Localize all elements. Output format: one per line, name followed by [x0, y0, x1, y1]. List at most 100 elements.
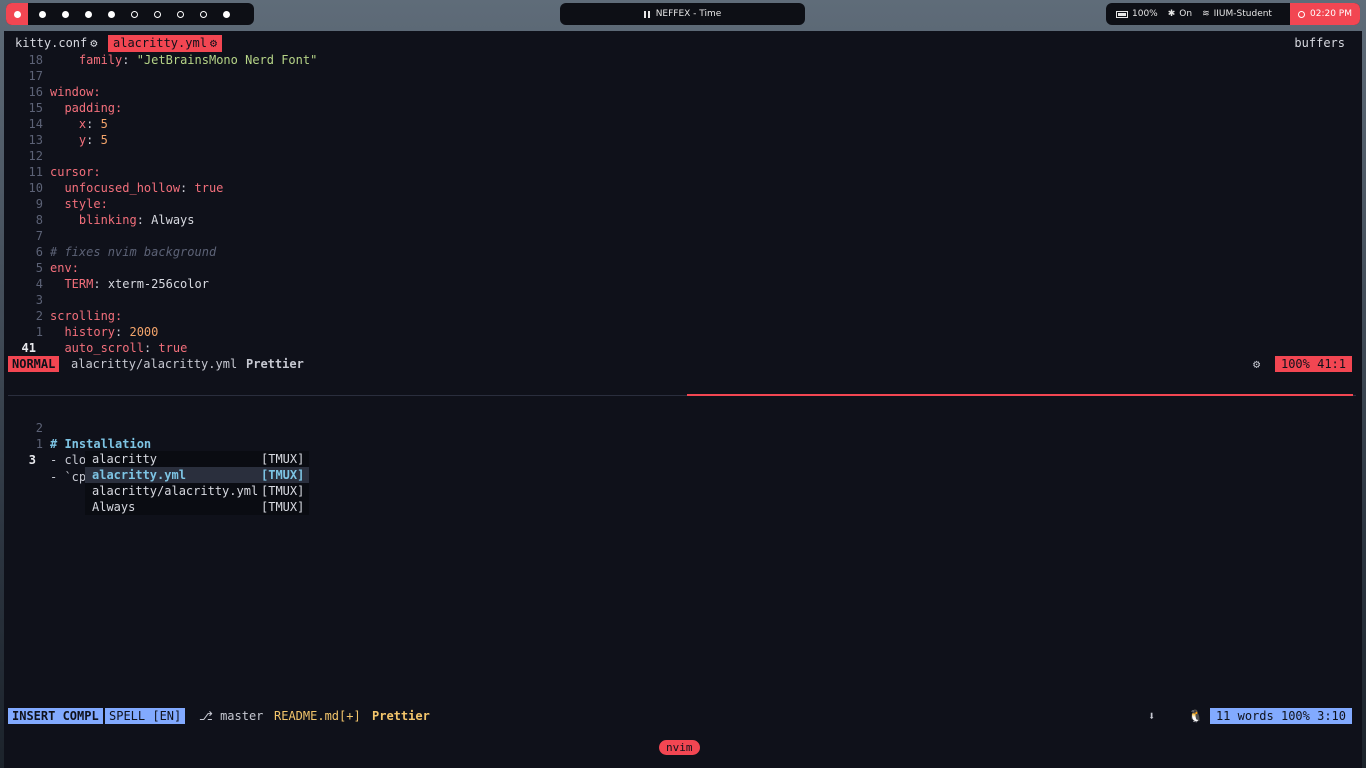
code-line: 41 auto_scroll: true [4, 340, 1362, 356]
gear-icon: ⚙ [209, 36, 218, 50]
line-number: 2 [35, 309, 43, 323]
workspace-dot[interactable] [108, 10, 115, 18]
line-number: 6 [35, 245, 43, 259]
line-number: 17 [28, 69, 43, 83]
code-line-current: 3 - `cp ala [4, 436, 1362, 484]
mode-indicator: NORMAL [8, 356, 60, 372]
wifi-label: IIUM-Student [1213, 9, 1272, 19]
branch-icon: ⎇ [199, 709, 221, 723]
line-text: x: 5 [78, 117, 108, 131]
file-name: README.md[+] [274, 709, 361, 723]
completion-item[interactable]: Always [TMUX] [85, 499, 309, 515]
code-line: 8 blinking: Always [4, 212, 1362, 228]
cursor-position: 11 words 100% 3:10 [1209, 708, 1352, 724]
linux-icon: 🐧 [1188, 709, 1203, 723]
workspace-dot[interactable] [223, 10, 230, 18]
workspace-dot[interactable] [200, 10, 207, 18]
cursor-position: 100% 41:1 [1274, 356, 1352, 372]
code-line: 4 TERM: xterm-256color [4, 276, 1362, 292]
code-line: 6 # fixes nvim background [4, 244, 1362, 260]
battery-status: 100% [1116, 9, 1158, 19]
active-pane-indicator [687, 394, 1353, 396]
line-text: y: 5 [78, 133, 108, 147]
line-text: window: [50, 85, 101, 99]
workspace-dot[interactable] [131, 10, 138, 18]
media-title: NEFFEX - Time [655, 9, 722, 19]
workspace-dot[interactable] [62, 10, 69, 18]
tab-label: kitty.conf [15, 36, 88, 50]
tab-kitty-conf[interactable]: kitty.conf ⚙ [15, 35, 97, 52]
formatter-label: Prettier [372, 709, 430, 723]
line-number: 16 [28, 85, 43, 99]
tab-label: alacritty.yml [113, 36, 207, 50]
git-branch: ⎇ master [199, 708, 263, 724]
clock-label: 02:20 PM [1310, 9, 1352, 19]
completion-item[interactable]: alacritty.yml [TMUX] [85, 467, 309, 483]
bluetooth-status[interactable]: ✱ On [1168, 9, 1192, 19]
tabline: kitty.conf ⚙ alacritty.yml ⚙ buffers [4, 35, 1362, 52]
line-number: 3 [28, 453, 36, 467]
battery-label: 100% [1132, 9, 1158, 19]
code-line: 18 family: "JetBrainsMono Nerd Font" [4, 52, 1362, 68]
workspace-dot[interactable] [177, 10, 184, 18]
code-line: 1 history: 2000 [4, 324, 1362, 340]
workspace-dot[interactable] [85, 10, 92, 18]
code-line: 14 x: 5 [4, 116, 1362, 132]
line-number: 13 [28, 133, 43, 147]
workspace-switcher [6, 3, 254, 25]
completion-word: Always [92, 500, 136, 514]
workspace-dot[interactable] [154, 10, 161, 18]
line-number: 15 [28, 101, 43, 115]
system-tray: 100% ✱ On ≋ IIUM-Student 02:20 PM [1106, 3, 1360, 25]
code-line: 7 [4, 228, 1362, 244]
statusline-bottom: INSERT COMPL SPELL [EN] ⎇ master README.… [8, 708, 1352, 724]
line-number: 9 [35, 197, 43, 211]
buffers-label: buffers [1294, 36, 1345, 50]
line-text: style: [64, 197, 108, 211]
completion-word: alacritty.yml [92, 468, 186, 482]
line-text: unfocused_hollow: true [64, 181, 224, 195]
completion-source: [TMUX] [261, 468, 305, 482]
line-number: 4 [35, 277, 43, 291]
completion-item[interactable]: alacritty/alacritty.yml [TMUX] [85, 483, 309, 499]
line-text: auto_scroll: true [64, 341, 188, 355]
code-line: 11 cursor: [4, 164, 1362, 180]
completion-item[interactable]: alacritty [TMUX] [85, 451, 309, 467]
code-line: 1 - clone or download this repo [4, 420, 1362, 467]
completion-word: alacritty/alacritty.yml [92, 484, 259, 498]
line-number: 11 [28, 165, 43, 179]
branch-label: master [220, 709, 264, 723]
completion-menu[interactable]: alacritty [TMUX] alacritty.yml [TMUX] alacri… [85, 451, 309, 515]
line-text: family: "JetBrainsMono Nerd Font" [78, 53, 318, 67]
code-line: 10 unfocused_hollow: true [4, 180, 1362, 196]
line-number: 5 [35, 261, 43, 275]
line-text: env: [50, 261, 79, 275]
wifi-status[interactable]: ≋ IIUM-Student [1202, 9, 1272, 19]
code-line: 13 y: 5 [4, 132, 1362, 148]
terminal-window[interactable]: kitty.conf ⚙ alacritty.yml ⚙ buffers 18 fa… [4, 31, 1362, 768]
clock-icon [1298, 10, 1305, 18]
spell-indicator: SPELL [EN] [105, 708, 186, 724]
workspace-active[interactable] [6, 3, 28, 25]
code-line: 2 scrolling: [4, 308, 1362, 324]
bluetooth-icon: ✱ [1167, 9, 1176, 19]
tmux-window-tab[interactable]: nvim [659, 740, 700, 755]
line-text: TERM: xterm-256color [64, 277, 209, 291]
line-text: scrolling: [50, 309, 123, 323]
line-text: padding: [64, 101, 123, 115]
line-number: 14 [28, 117, 43, 131]
completion-word: alacritty [92, 452, 158, 466]
media-widget[interactable]: NEFFEX - Time [560, 3, 805, 25]
line-number: 41 [21, 341, 36, 355]
line-number: 7 [35, 229, 43, 243]
completion-source: [TMUX] [261, 500, 305, 514]
clock: 02:20 PM [1290, 3, 1360, 25]
file-path: alacritty/alacritty.yml [71, 357, 238, 371]
line-text: history: 2000 [64, 325, 159, 339]
line-text: blinking: Always [78, 213, 195, 227]
line-number: 10 [28, 181, 43, 195]
pause-icon[interactable] [643, 10, 650, 18]
workspace-dot-icon [13, 10, 21, 18]
tab-alacritty-yml[interactable]: alacritty.yml ⚙ [108, 35, 223, 52]
workspace-dot[interactable] [39, 10, 46, 18]
